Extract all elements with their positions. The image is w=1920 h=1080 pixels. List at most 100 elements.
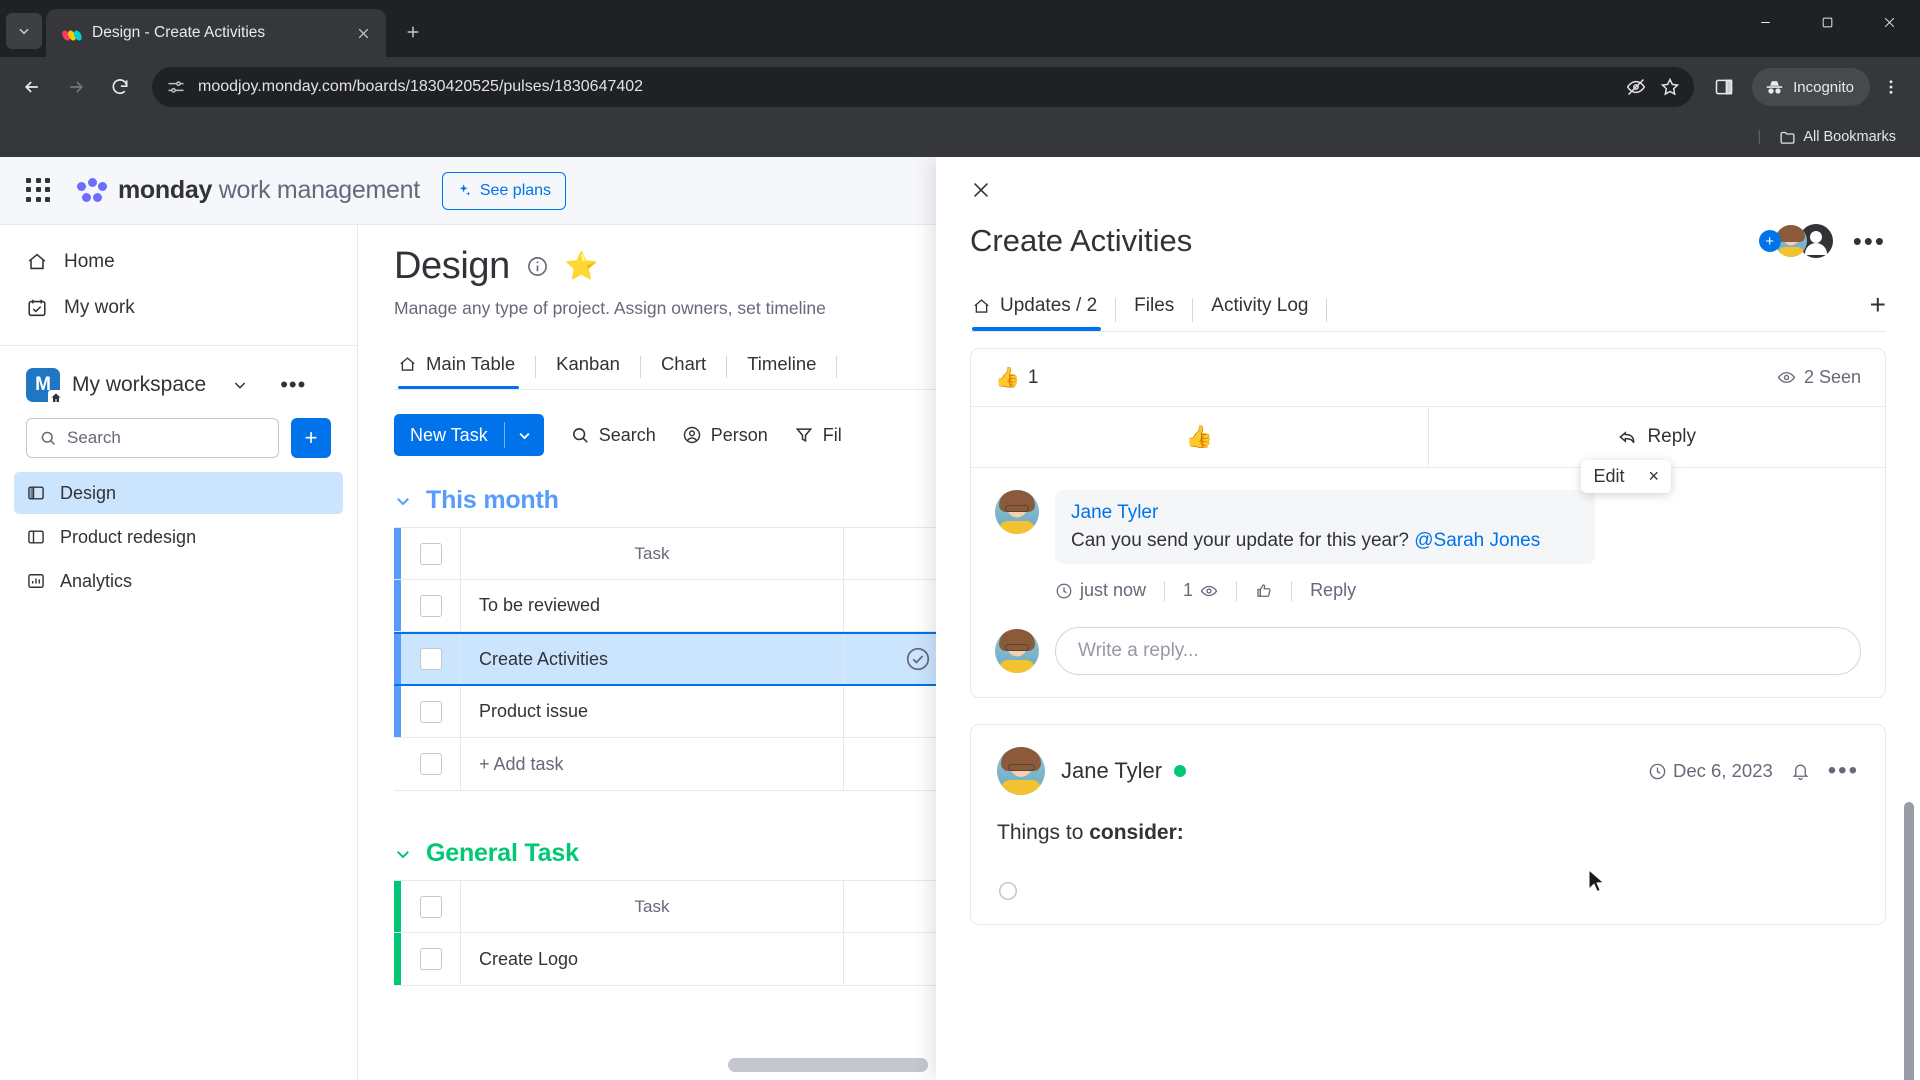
maximize-icon[interactable] bbox=[1796, 0, 1858, 44]
bookmark-star-icon[interactable] bbox=[1660, 77, 1680, 97]
reply-edit-popover: Edit × bbox=[1581, 460, 1671, 493]
browser-tab[interactable]: Design - Create Activities bbox=[46, 9, 386, 57]
task-name: Create Activities bbox=[479, 648, 609, 669]
search-placeholder: Search bbox=[67, 428, 121, 447]
checkbox[interactable] bbox=[419, 948, 442, 970]
table-row[interactable]: To be reviewed bbox=[394, 580, 953, 632]
workspace-menu-icon[interactable]: ••• bbox=[280, 373, 306, 395]
add-subscriber-icon[interactable]: + bbox=[1758, 230, 1781, 252]
panel-menu-icon[interactable]: ••• bbox=[1853, 227, 1886, 254]
site-settings-icon[interactable] bbox=[166, 77, 186, 97]
reply-input[interactable]: Write a reply... bbox=[1055, 627, 1861, 675]
reply-author[interactable]: Jane Tyler bbox=[1071, 502, 1579, 524]
workspace-selector[interactable]: M My workspace ••• bbox=[0, 346, 357, 412]
select-all-checkbox-cell[interactable] bbox=[401, 528, 461, 579]
select-all-checkbox-cell[interactable] bbox=[401, 881, 461, 932]
like-button[interactable]: 👍 bbox=[971, 407, 1428, 467]
checkbox[interactable] bbox=[419, 648, 442, 670]
hide-password-icon[interactable] bbox=[1626, 77, 1646, 97]
back-icon[interactable] bbox=[12, 67, 52, 107]
update-author[interactable]: Jane Tyler bbox=[1061, 758, 1162, 784]
row-checkbox-cell[interactable] bbox=[401, 738, 461, 790]
close-panel-icon[interactable] bbox=[970, 179, 1000, 209]
horizontal-scrollbar[interactable] bbox=[728, 1058, 928, 1072]
add-board-button[interactable]: + bbox=[291, 418, 331, 458]
write-reply-row: Write a reply... bbox=[971, 613, 1885, 697]
chevron-down-icon[interactable] bbox=[505, 428, 544, 443]
tab-search-icon[interactable] bbox=[6, 13, 42, 49]
incognito-label: Incognito bbox=[1793, 78, 1854, 96]
side-panel-icon[interactable] bbox=[1706, 69, 1742, 105]
add-task-row[interactable]: + Add task bbox=[394, 738, 953, 790]
person-filter-button[interactable]: Person bbox=[682, 425, 768, 446]
minimize-icon[interactable] bbox=[1734, 0, 1796, 44]
checkbox[interactable] bbox=[419, 753, 442, 775]
new-tab-icon[interactable] bbox=[396, 15, 430, 49]
column-header-task: Task bbox=[634, 543, 670, 563]
brand-bold: monday bbox=[118, 176, 213, 204]
browser-menu-icon[interactable] bbox=[1874, 67, 1908, 107]
checkbox[interactable] bbox=[419, 700, 442, 723]
tab-main-table[interactable]: Main Table bbox=[394, 345, 535, 389]
vertical-scrollbar[interactable] bbox=[1904, 802, 1914, 1080]
delete-reply-icon[interactable]: × bbox=[1636, 460, 1671, 493]
reply-reply-button[interactable]: Reply bbox=[1292, 580, 1374, 601]
window-close-icon[interactable] bbox=[1858, 0, 1920, 44]
sidebar-item-product-redesign[interactable]: Product redesign bbox=[14, 516, 343, 558]
table-row[interactable]: Product issue bbox=[394, 686, 953, 738]
row-checkbox-cell[interactable] bbox=[401, 933, 461, 985]
search-input[interactable]: Search bbox=[26, 418, 279, 458]
checkbox[interactable] bbox=[419, 594, 442, 617]
filter-button[interactable]: Fil bbox=[794, 425, 842, 446]
reply-like-button[interactable] bbox=[1237, 582, 1291, 600]
item-subscribers[interactable]: + bbox=[1758, 224, 1833, 258]
close-icon[interactable] bbox=[350, 20, 376, 46]
tab-label: Kanban bbox=[556, 353, 620, 374]
reaction-count: 1 bbox=[1027, 366, 1039, 388]
row-checkbox-cell[interactable] bbox=[401, 634, 461, 684]
board-search-button[interactable]: Search bbox=[570, 425, 656, 446]
clock-icon bbox=[1056, 583, 1072, 598]
sidebar-item-home[interactable]: Home bbox=[0, 239, 357, 285]
sidebar-item-my-work[interactable]: My work bbox=[0, 285, 357, 331]
edit-button[interactable]: Edit bbox=[1581, 460, 1636, 493]
tab-updates[interactable]: Updates / 2 bbox=[970, 289, 1115, 331]
table-row[interactable]: Create Logo bbox=[394, 933, 953, 985]
sidebar-item-analytics[interactable]: Analytics bbox=[14, 560, 343, 602]
info-icon bbox=[527, 257, 547, 276]
tab-files[interactable]: Files bbox=[1116, 289, 1192, 331]
see-plans-button[interactable]: See plans bbox=[441, 171, 567, 210]
add-tab-icon[interactable]: + bbox=[1870, 291, 1886, 325]
favorite-star-icon[interactable]: ⭐ bbox=[565, 253, 599, 280]
row-checkbox-cell[interactable] bbox=[401, 580, 461, 631]
person-label: Person bbox=[710, 424, 768, 445]
address-bar[interactable]: moodjoy.monday.com/boards/1830420525/pul… bbox=[152, 67, 1695, 107]
update-text: Things to consider: bbox=[997, 821, 1859, 845]
forward-icon[interactable] bbox=[56, 67, 96, 107]
home-icon bbox=[28, 253, 46, 270]
reload-icon[interactable] bbox=[100, 67, 140, 107]
tab-chart[interactable]: Chart bbox=[641, 345, 726, 389]
chevron-down-icon[interactable] bbox=[232, 377, 248, 393]
update-menu-icon[interactable]: ••• bbox=[1828, 759, 1859, 782]
incognito-indicator[interactable]: Incognito bbox=[1752, 68, 1870, 106]
all-bookmarks-button[interactable]: All Bookmarks bbox=[1771, 125, 1904, 150]
table-row-selected[interactable]: Create Activities bbox=[394, 632, 953, 686]
apps-grid-icon[interactable] bbox=[22, 174, 56, 208]
tab-timeline[interactable]: Timeline bbox=[727, 345, 836, 389]
checkbox[interactable] bbox=[419, 542, 442, 565]
reply-button[interactable]: Reply bbox=[1427, 407, 1886, 467]
tab-kanban[interactable]: Kanban bbox=[536, 345, 640, 389]
row-checkbox-cell[interactable] bbox=[401, 686, 461, 737]
dashboard-icon bbox=[28, 574, 44, 588]
checkbox[interactable] bbox=[419, 895, 442, 918]
bookmarks-bar: | All Bookmarks bbox=[0, 117, 1920, 157]
sidebar-item-design[interactable]: Design bbox=[14, 472, 343, 514]
avatar bbox=[995, 629, 1039, 673]
reaction-thumbs-up[interactable]: 👍 1 bbox=[995, 365, 1038, 390]
reply-reply-label: Reply bbox=[1310, 580, 1357, 600]
browser-toolbar: moodjoy.monday.com/boards/1830420525/pul… bbox=[0, 57, 1920, 117]
tab-activity-log[interactable]: Activity Log bbox=[1193, 289, 1326, 331]
mention-link[interactable]: @Sarah Jones bbox=[1414, 530, 1540, 551]
new-task-button[interactable]: New Task bbox=[394, 414, 544, 456]
